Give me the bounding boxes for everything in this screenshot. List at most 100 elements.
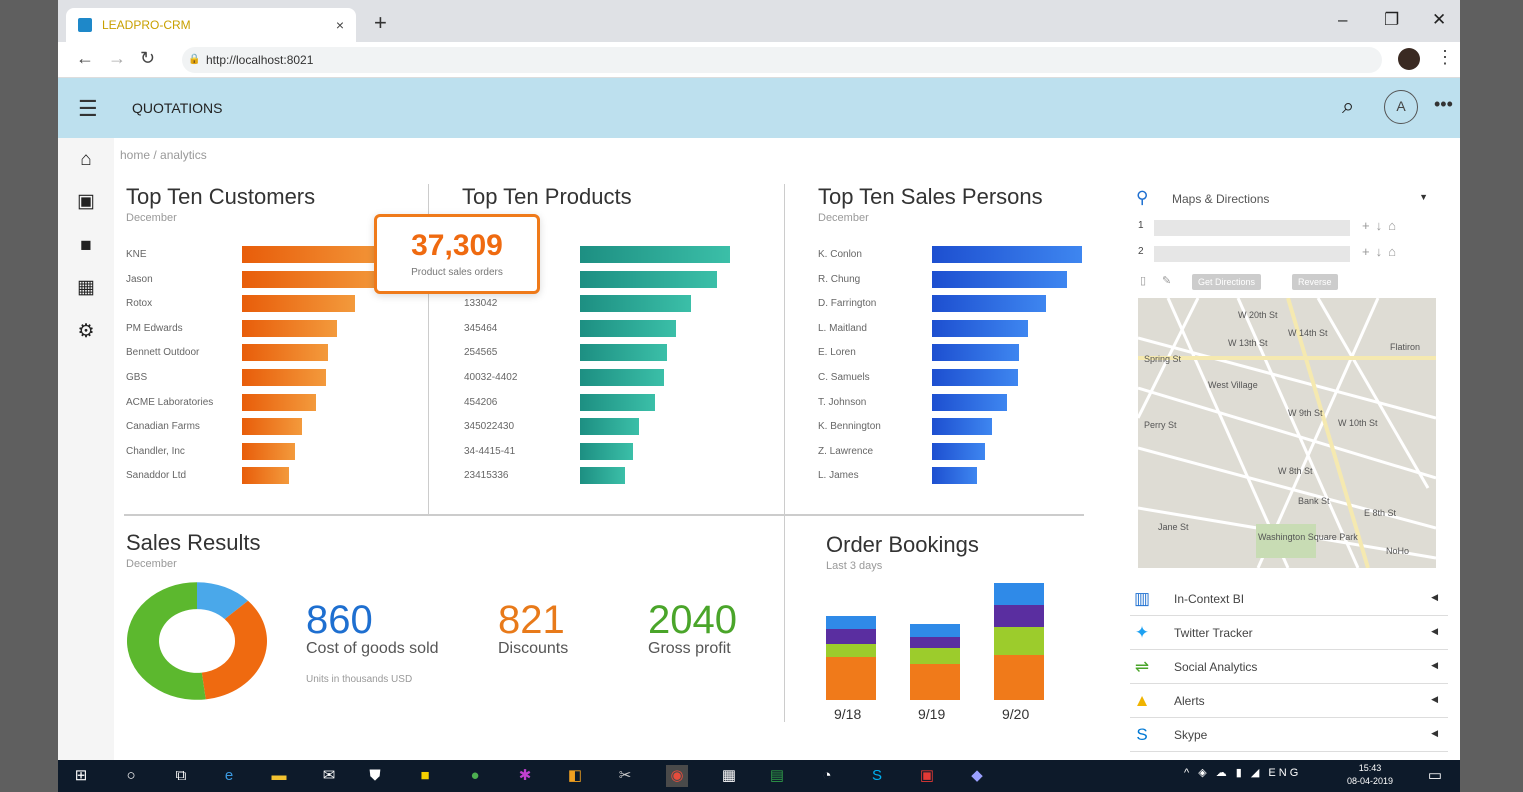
system-tray[interactable]: ^ ◈ ☁ ▮ ◢ ENG xyxy=(1184,766,1301,779)
close-window-icon[interactable]: ✕ xyxy=(1432,10,1446,30)
customers-bar[interactable] xyxy=(242,344,328,362)
salespersons-bar[interactable] xyxy=(932,467,977,485)
mail-icon[interactable]: ✉ xyxy=(318,765,340,787)
outlook-icon[interactable]: ◧ xyxy=(564,765,586,787)
customers-bar[interactable] xyxy=(242,270,386,288)
forward-icon[interactable]: → xyxy=(108,48,126,69)
briefcase-icon[interactable]: ■ xyxy=(74,234,98,258)
profile-avatar-icon[interactable] xyxy=(1398,48,1420,70)
expand-arrow-icon[interactable]: ◀ xyxy=(1431,592,1438,603)
booking-segment[interactable] xyxy=(826,656,876,700)
contacts-icon[interactable]: ▣ xyxy=(74,190,98,214)
products-bar[interactable] xyxy=(580,369,664,386)
restore-icon[interactable]: ❐ xyxy=(1384,10,1399,30)
booking-segment[interactable] xyxy=(910,624,960,638)
booking-segment[interactable] xyxy=(994,604,1044,627)
booking-segment[interactable] xyxy=(826,643,876,657)
url-field[interactable]: 🔒 http://localhost:8021 xyxy=(182,47,1382,73)
edit-icon[interactable]: ✎ xyxy=(1162,274,1171,287)
document-icon[interactable]: ▯ xyxy=(1140,274,1146,287)
search-icon[interactable]: ⌕ xyxy=(1342,93,1354,119)
salespersons-bar[interactable] xyxy=(932,319,1028,337)
clock[interactable]: 15:43 08-04-2019 xyxy=(1342,762,1398,788)
salespersons-bar[interactable] xyxy=(932,393,1007,411)
settings-gear-icon[interactable]: ⚙ xyxy=(74,320,98,344)
products-bar[interactable] xyxy=(580,442,633,460)
app-icon[interactable]: ✱ xyxy=(514,765,536,787)
minimize-icon[interactable]: – xyxy=(1338,10,1347,30)
reverse-button[interactable]: Reverse xyxy=(1292,274,1338,290)
cortana-icon[interactable]: ○ xyxy=(120,765,142,787)
booking-segment[interactable] xyxy=(910,648,960,665)
customers-bar[interactable] xyxy=(242,442,295,460)
booking-segment[interactable] xyxy=(994,654,1044,700)
browser-menu-icon[interactable]: ⋮ xyxy=(1436,47,1454,68)
maps-collapse-icon[interactable]: ▼ xyxy=(1419,192,1428,202)
notifications-icon[interactable]: ▭ xyxy=(1424,765,1446,787)
products-bar[interactable] xyxy=(580,418,639,436)
products-bar[interactable] xyxy=(580,295,691,313)
customers-bar[interactable] xyxy=(242,393,316,411)
booking-segment[interactable] xyxy=(994,583,1044,605)
widget-row[interactable]: ⇌ Social Analytics ◀ xyxy=(1130,650,1448,684)
salespersons-bar[interactable] xyxy=(932,418,992,436)
salespersons-bar[interactable] xyxy=(932,369,1018,386)
tab-close-icon[interactable]: × xyxy=(336,17,344,33)
donut-slice[interactable] xyxy=(127,582,206,700)
get-directions-button[interactable]: Get Directions xyxy=(1192,274,1262,290)
browser-tab[interactable]: LEADPRO-CRM × xyxy=(66,8,356,42)
booking-segment[interactable] xyxy=(910,664,960,700)
store-icon[interactable]: ⛊ xyxy=(364,765,386,787)
products-bar[interactable] xyxy=(580,344,667,362)
products-bar[interactable] xyxy=(580,319,676,337)
donut-slice[interactable] xyxy=(201,600,267,700)
sticky-notes-icon[interactable]: ■ xyxy=(414,765,436,787)
windows-start-icon[interactable]: ⊞ xyxy=(70,765,92,787)
edge-icon[interactable]: e xyxy=(218,765,240,787)
user-avatar[interactable]: A xyxy=(1384,90,1418,124)
booking-segment[interactable] xyxy=(826,615,876,629)
file-explorer-icon[interactable]: ▬ xyxy=(268,765,290,787)
new-tab-button[interactable]: + xyxy=(374,10,387,36)
widget-row[interactable]: ▲ Alerts ◀ xyxy=(1130,684,1448,718)
recorder-icon[interactable]: ▣ xyxy=(916,765,938,787)
hamburger-menu-icon[interactable]: ☰ xyxy=(78,96,98,122)
expand-arrow-icon[interactable]: ◀ xyxy=(1431,660,1438,671)
row2-controls-icon[interactable]: +↓⌂ xyxy=(1362,244,1402,259)
apps-grid-icon[interactable]: ▦ xyxy=(74,276,98,300)
salespersons-bar[interactable] xyxy=(932,344,1019,362)
chrome-icon[interactable]: ◉ xyxy=(666,765,688,787)
expand-arrow-icon[interactable]: ◀ xyxy=(1431,728,1438,739)
origin-input[interactable] xyxy=(1154,220,1350,236)
customers-bar[interactable] xyxy=(242,369,326,386)
salespersons-bar[interactable] xyxy=(932,442,985,460)
products-bar[interactable] xyxy=(580,393,655,411)
customers-bar[interactable] xyxy=(242,246,392,263)
customers-bar[interactable] xyxy=(242,467,289,485)
back-icon[interactable]: ← xyxy=(76,48,94,69)
row1-controls-icon[interactable]: +↓⌂ xyxy=(1362,218,1402,233)
maps-header[interactable]: ⚲ Maps & Directions ▼ xyxy=(1136,188,1436,212)
more-options-icon[interactable]: ••• xyxy=(1434,94,1453,115)
timer-icon[interactable]: ◔ xyxy=(816,765,838,787)
widget-row[interactable]: ▥ In-Context BI ◀ xyxy=(1130,582,1448,616)
salespersons-bar[interactable] xyxy=(932,295,1046,313)
paint-icon[interactable]: ◆ xyxy=(966,765,988,787)
reload-icon[interactable]: ↻ xyxy=(140,48,155,69)
products-bar[interactable] xyxy=(580,467,625,485)
task-view-icon[interactable]: ⧉ xyxy=(170,765,192,787)
widget-row[interactable]: S Skype ◀ xyxy=(1130,718,1448,752)
map-view[interactable]: W 20th St W 14th St W 13th St W 10th St W 9t… xyxy=(1138,298,1436,568)
expand-arrow-icon[interactable]: ◀ xyxy=(1431,626,1438,637)
booking-segment[interactable] xyxy=(994,626,1044,655)
skype-taskbar-icon[interactable]: S xyxy=(866,765,888,787)
snipping-tool-icon[interactable]: ✂ xyxy=(614,765,636,787)
widget-row[interactable]: ✦ Twitter Tracker ◀ xyxy=(1130,616,1448,650)
globe-app-icon[interactable]: ● xyxy=(464,765,486,787)
destination-input[interactable] xyxy=(1154,246,1350,262)
products-bar[interactable] xyxy=(580,246,730,263)
excel-icon[interactable]: ▤ xyxy=(766,765,788,787)
customers-bar[interactable] xyxy=(242,418,302,436)
salespersons-bar[interactable] xyxy=(932,270,1067,288)
calculator-icon[interactable]: ▦ xyxy=(718,765,740,787)
